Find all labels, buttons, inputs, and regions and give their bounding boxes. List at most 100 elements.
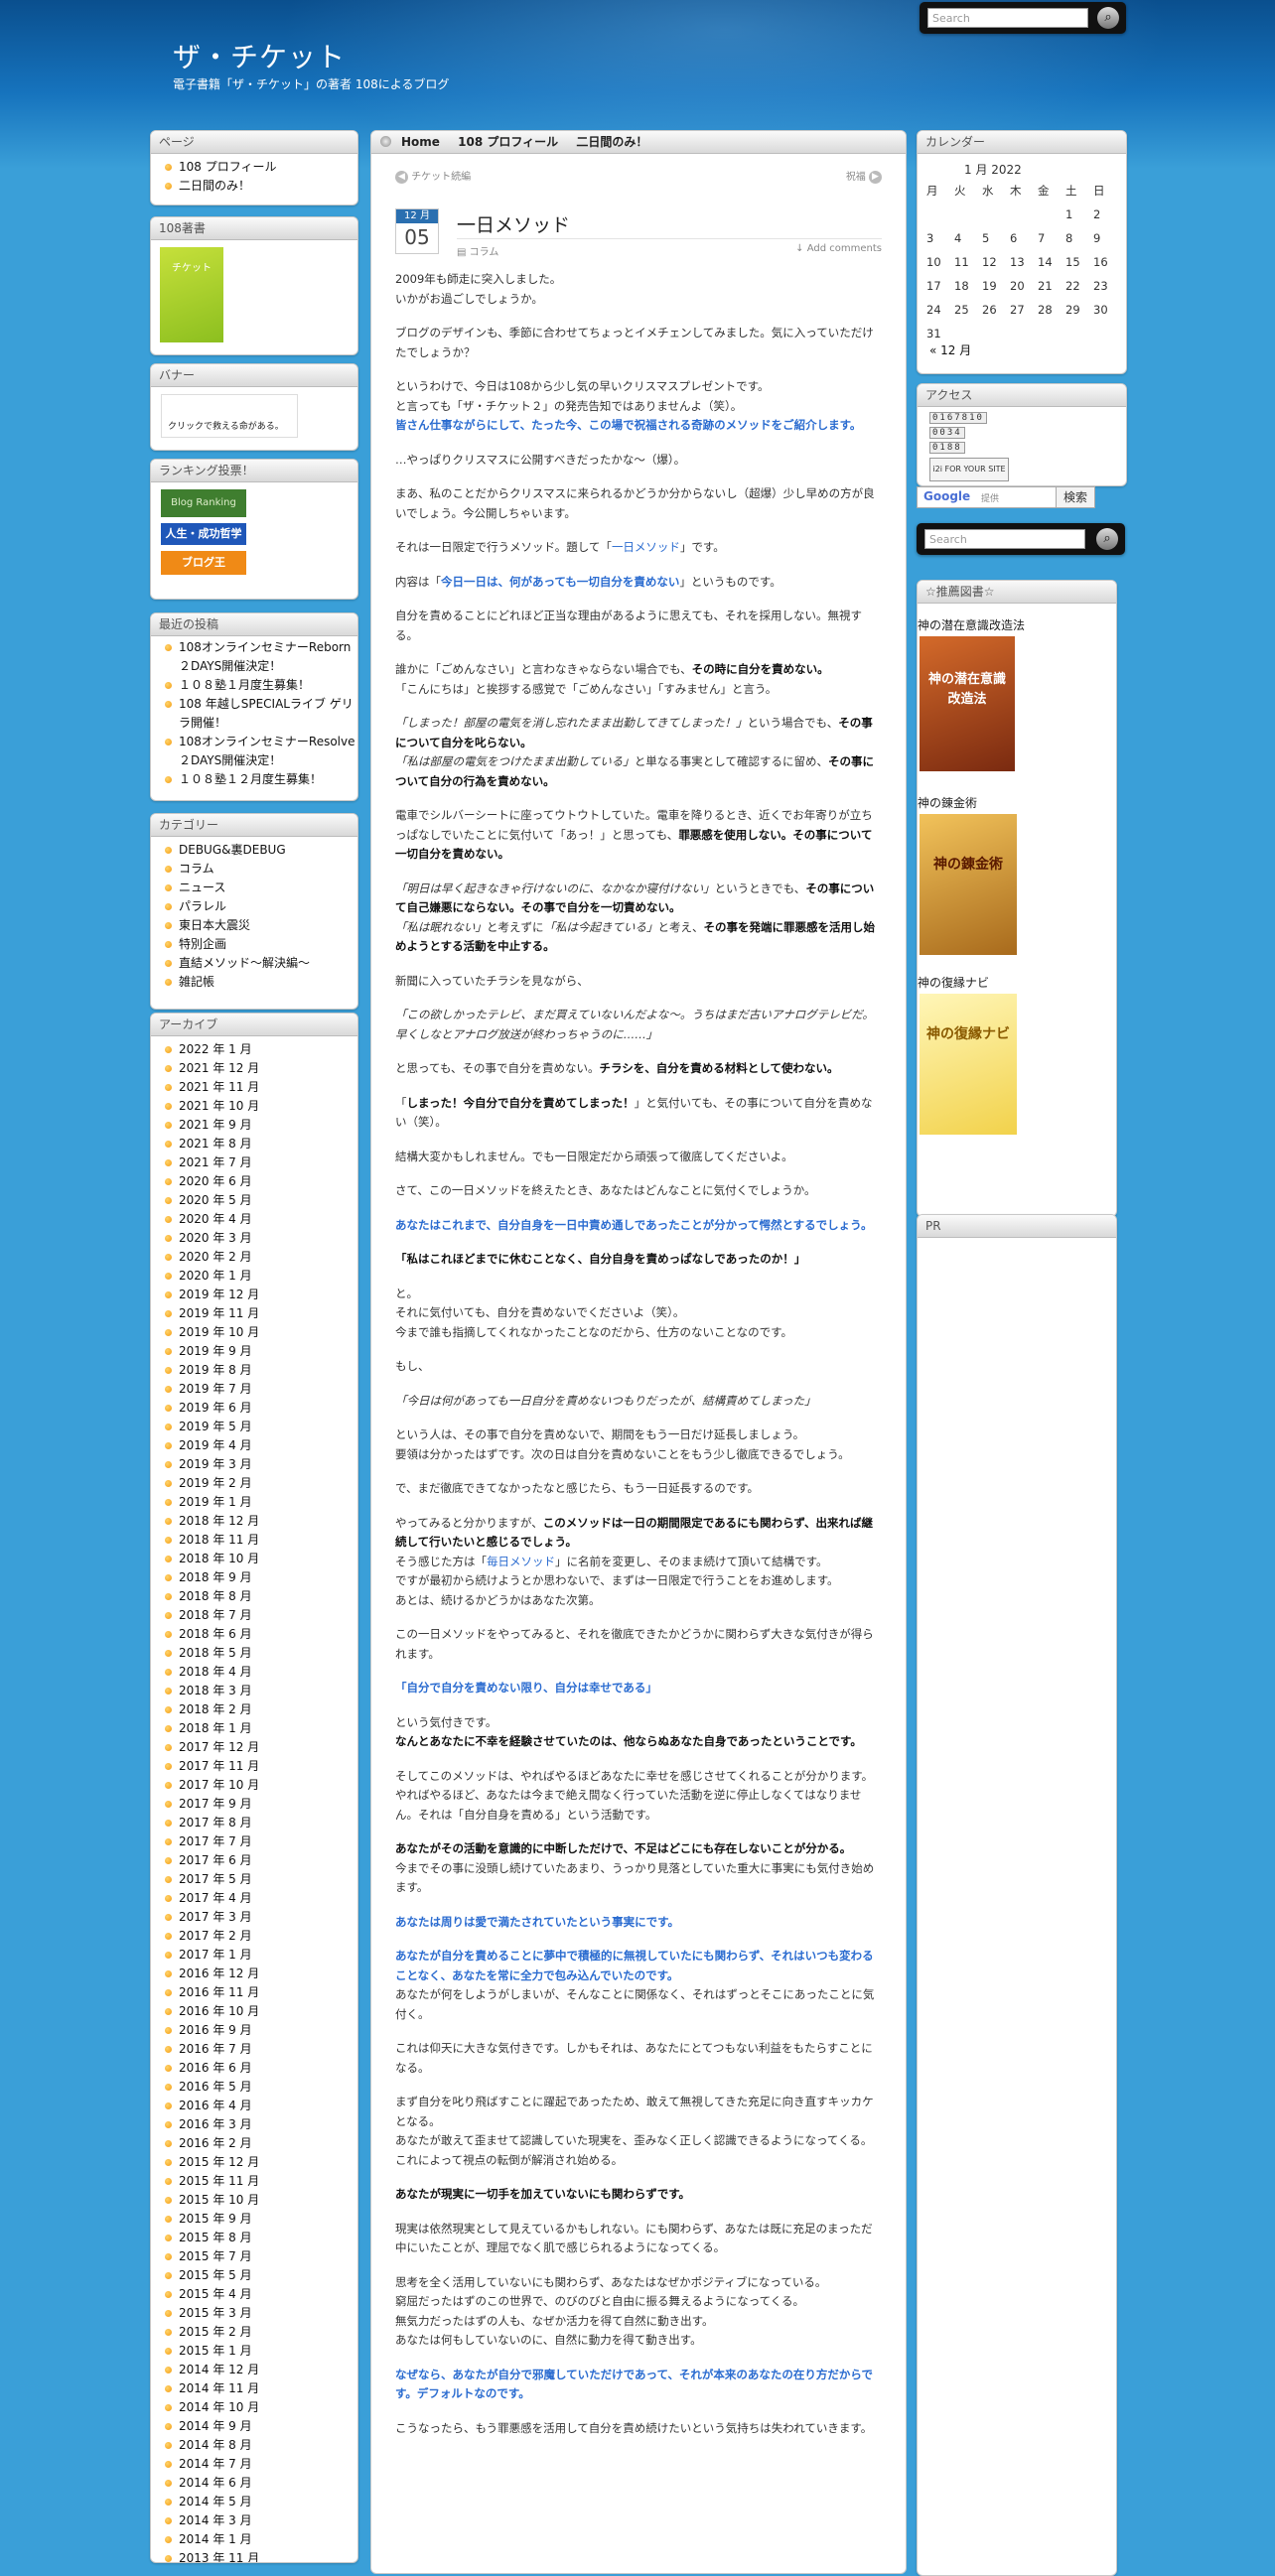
archive-link[interactable]: 2019 年 4 月 [159,1436,357,1455]
archive-link[interactable]: 2017 年 6 月 [159,1851,357,1870]
archive-link[interactable]: 2019 年 12 月 [159,1286,357,1304]
archive-link[interactable]: 2014 年 7 月 [159,2455,357,2474]
archive-link[interactable]: 2017 年 12 月 [159,1738,357,1757]
book-cover-image[interactable]: チケット [160,247,223,342]
archive-link[interactable]: 2019 年 2 月 [159,1474,357,1493]
archive-link[interactable]: 2019 年 9 月 [159,1342,357,1361]
archive-link[interactable]: 2016 年 5 月 [159,2078,357,2097]
magnifier-icon[interactable]: ⌕ [1096,528,1118,550]
archive-link[interactable]: 2016 年 10 月 [159,2002,357,2021]
page-link-two-days[interactable]: 二日間のみ！ [159,177,357,196]
book-name[interactable]: 神の復縁ナビ [918,974,989,991]
archive-link[interactable]: 2019 年 3 月 [159,1455,357,1474]
archive-link[interactable]: 2018 年 8 月 [159,1587,357,1606]
archive-link[interactable]: 2019 年 7 月 [159,1380,357,1399]
archive-link[interactable]: 2019 年 11 月 [159,1304,357,1323]
ranking-banner-blog[interactable]: Blog Ranking [161,489,246,517]
archive-link[interactable]: 2017 年 1 月 [159,1946,357,1965]
archive-link[interactable]: 2019 年 10 月 [159,1323,357,1342]
archive-link[interactable]: 2018 年 12 月 [159,1512,357,1531]
category-link[interactable]: コラム [159,860,357,879]
archive-link[interactable]: 2014 年 1 月 [159,2530,357,2549]
archive-link[interactable]: 2019 年 8 月 [159,1361,357,1380]
archive-link[interactable]: 2019 年 6 月 [159,1399,357,1418]
archive-link[interactable]: 2015 年 5 月 [159,2266,357,2285]
category-link[interactable]: 雑記帳 [159,973,357,992]
book-cover-image[interactable]: 神の復縁ナビ [920,994,1017,1135]
archive-link[interactable]: 2014 年 5 月 [159,2493,357,2511]
ranking-banner-king[interactable]: ブログ王 [161,551,246,575]
archive-link[interactable]: 2014 年 8 月 [159,2436,357,2455]
archive-link[interactable]: 2021 年 7 月 [159,1153,357,1172]
archive-link[interactable]: 2015 年 3 月 [159,2304,357,2323]
archive-link[interactable]: 2018 年 5 月 [159,1644,357,1663]
archive-link[interactable]: 2018 年 1 月 [159,1719,357,1738]
archive-link[interactable]: 2016 年 11 月 [159,1983,357,2002]
archive-link[interactable]: 2016 年 6 月 [159,2059,357,2078]
archive-link[interactable]: 2015 年 2 月 [159,2323,357,2342]
archive-link[interactable]: 2018 年 10 月 [159,1550,357,1568]
archive-link[interactable]: 2020 年 1 月 [159,1267,357,1286]
archive-link[interactable]: 2017 年 10 月 [159,1776,357,1795]
archive-link[interactable]: 2021 年 11 月 [159,1078,357,1097]
recent-post-link[interactable]: 108 年越しSPECIALライブ ゲリラ開催！ [159,695,357,733]
category-link[interactable]: パラレル [159,897,357,916]
category-link[interactable]: 東日本大震災 [159,916,357,935]
ranking-banner-success[interactable]: 人生・成功哲学 [161,523,246,545]
recent-post-link[interactable]: 108オンラインセミナーReborn２DAYS開催決定！ [159,638,357,676]
archive-link[interactable]: 2014 年 12 月 [159,2361,357,2379]
archive-link[interactable]: 2016 年 3 月 [159,2115,357,2134]
archive-link[interactable]: 2016 年 7 月 [159,2040,357,2059]
archive-link[interactable]: 2021 年 9 月 [159,1116,357,1135]
site-title[interactable]: ザ・チケット [173,36,346,75]
i2i-badge[interactable]: i2i FOR YOUR SITE [929,458,1009,481]
magnifier-icon[interactable]: ⌕ [1097,7,1119,29]
archive-link[interactable]: 2015 年 1 月 [159,2342,357,2361]
archive-link[interactable]: 2016 年 9 月 [159,2021,357,2040]
archive-link[interactable]: 2018 年 7 月 [159,1606,357,1625]
post-category[interactable]: ▤ コラム [457,243,498,258]
category-link[interactable]: ニュース [159,879,357,897]
archive-link[interactable]: 2013 年 11 月 [159,2549,357,2562]
post-title[interactable]: 一日メソッド [457,210,570,237]
archive-link[interactable]: 2016 年 12 月 [159,1965,357,1983]
recent-post-link[interactable]: １０８塾１月度生募集！ [159,676,357,695]
book-cover-image[interactable]: 神の潜在意識改造法 [920,636,1015,771]
archive-link[interactable]: 2017 年 4 月 [159,1889,357,1908]
archive-link[interactable]: 2020 年 4 月 [159,1210,357,1229]
archive-link[interactable]: 2020 年 2 月 [159,1248,357,1267]
archive-link[interactable]: 2021 年 8 月 [159,1135,357,1153]
archive-link[interactable]: 2016 年 4 月 [159,2097,357,2115]
recent-post-link[interactable]: 108オンラインセミナーResolve ２DAYS開催決定！ [159,733,357,770]
category-link[interactable]: DEBUG&裏DEBUG [159,841,357,860]
google-search-button[interactable]: 検索 [1056,486,1095,508]
archive-link[interactable]: 2018 年 2 月 [159,1700,357,1719]
category-link[interactable]: 特別企画 [159,935,357,954]
archive-link[interactable]: 2017 年 5 月 [159,1870,357,1889]
archive-link[interactable]: 2018 年 4 月 [159,1663,357,1682]
archive-link[interactable]: 2014 年 9 月 [159,2417,357,2436]
book-name[interactable]: 神の潜在意識改造法 [918,616,1025,633]
archive-link[interactable]: 2017 年 7 月 [159,1832,357,1851]
archive-link[interactable]: 2015 年 12 月 [159,2153,357,2172]
archive-link[interactable]: 2014 年 6 月 [159,2474,357,2493]
page-link-profile[interactable]: 108 プロフィール [159,158,357,177]
archive-link[interactable]: 2014 年 10 月 [159,2398,357,2417]
archive-link[interactable]: 2015 年 9 月 [159,2210,357,2229]
archive-link[interactable]: 2017 年 9 月 [159,1795,357,1814]
archive-link[interactable]: 2017 年 3 月 [159,1908,357,1927]
archive-link[interactable]: 2020 年 3 月 [159,1229,357,1248]
archive-link[interactable]: 2015 年 11 月 [159,2172,357,2191]
search-input[interactable]: Search [927,8,1088,28]
calendar-prev-link[interactable]: « 12 月 [929,341,971,358]
nav-two-days[interactable]: 二日間のみ！ [576,135,647,149]
archive-link[interactable]: 2016 年 2 月 [159,2134,357,2153]
archive-link[interactable]: 2014 年 11 月 [159,2379,357,2398]
archive-link[interactable]: 2015 年 7 月 [159,2247,357,2266]
archive-link[interactable]: 2019 年 1 月 [159,1493,357,1512]
archive-link[interactable]: 2021 年 10 月 [159,1097,357,1116]
archive-link[interactable]: 2019 年 5 月 [159,1418,357,1436]
archive-link[interactable]: 2017 年 11 月 [159,1757,357,1776]
archive-link[interactable]: 2015 年 4 月 [159,2285,357,2304]
search-input[interactable]: Search [924,529,1085,549]
